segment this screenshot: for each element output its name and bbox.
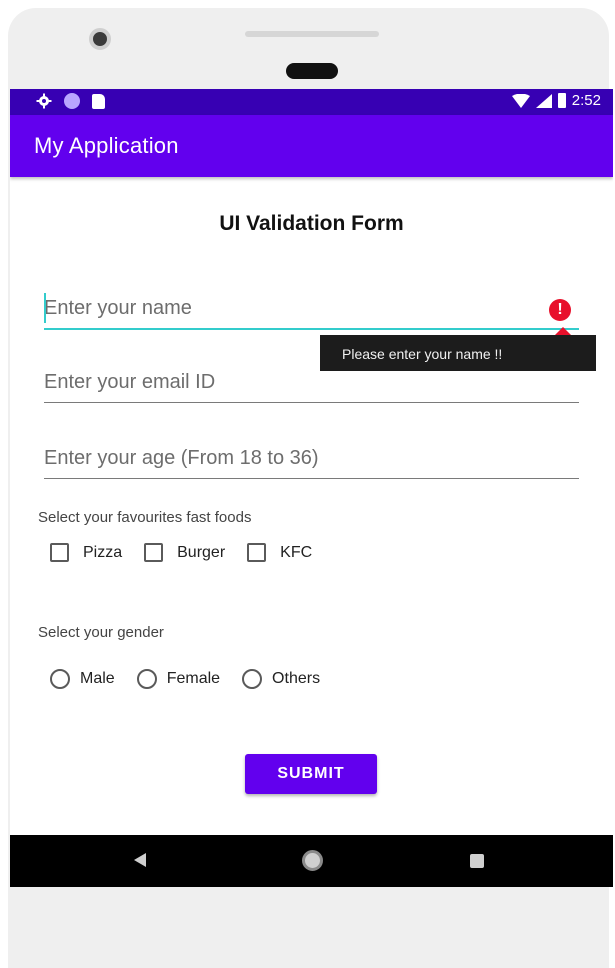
radio-circle[interactable] — [242, 669, 263, 689]
name-field-container — [44, 293, 579, 330]
error-tooltip: Please enter your name !! — [320, 335, 596, 371]
radio-label: Others — [272, 670, 321, 687]
gender-radio-group: Male Female Others — [50, 669, 342, 689]
checkbox-kfc[interactable]: KFC — [247, 543, 312, 562]
gear-icon — [36, 93, 52, 109]
circle-icon — [64, 93, 80, 109]
radio-others[interactable]: Others — [242, 669, 320, 689]
checkbox-pizza[interactable]: Pizza — [50, 543, 122, 562]
email-input[interactable] — [44, 371, 579, 402]
error-icon[interactable]: ! — [549, 299, 571, 321]
checkbox-box[interactable] — [144, 543, 164, 562]
form-title: UI Validation Form — [219, 212, 404, 235]
name-input-underline — [44, 328, 579, 330]
radio-label: Male — [80, 670, 115, 687]
submit-button[interactable]: SUBMIT — [245, 754, 377, 794]
age-field-container — [44, 447, 579, 479]
radio-female[interactable]: Female — [136, 669, 221, 689]
radio-circle[interactable] — [50, 669, 70, 689]
checkbox-label: Burger — [177, 543, 226, 561]
battery-icon — [557, 93, 566, 108]
name-input[interactable] — [44, 297, 579, 328]
radio-circle[interactable] — [136, 669, 157, 689]
speaker-grille — [245, 31, 379, 37]
email-input-underline — [44, 402, 579, 403]
checkbox-label: KFC — [280, 543, 313, 561]
checkbox-box[interactable] — [50, 543, 69, 562]
error-tooltip-arrow — [555, 327, 571, 335]
foods-checkbox-group: Pizza Burger KFC — [50, 543, 334, 562]
age-input[interactable] — [44, 447, 579, 478]
app-bar: My Application — [10, 115, 613, 177]
phone-screen: 2:52 My Application UI Validation Form !… — [10, 89, 613, 887]
foods-label: Select your favourites fast foods — [38, 509, 252, 526]
age-input-underline — [44, 478, 579, 479]
back-icon[interactable] — [134, 853, 146, 867]
wifi-icon — [511, 93, 530, 108]
radio-male[interactable]: Male — [50, 669, 115, 689]
recent-apps-icon[interactable] — [470, 854, 484, 868]
status-bar: 2:52 — [10, 89, 613, 115]
email-field-container — [44, 371, 579, 403]
sd-card-icon — [92, 93, 105, 109]
gender-label: Select your gender — [38, 624, 164, 641]
text-cursor — [44, 293, 46, 323]
navigation-bar — [10, 835, 613, 887]
signal-icon — [535, 93, 552, 108]
home-icon[interactable] — [302, 850, 323, 871]
front-camera — [89, 28, 111, 50]
status-time: 2:52 — [571, 92, 601, 109]
checkbox-burger[interactable]: Burger — [144, 543, 225, 562]
checkbox-box[interactable] — [247, 543, 267, 562]
app-title: My Application — [34, 133, 179, 158]
checkbox-label: Pizza — [83, 543, 123, 561]
earpiece — [286, 63, 338, 79]
radio-label: Female — [166, 670, 221, 687]
